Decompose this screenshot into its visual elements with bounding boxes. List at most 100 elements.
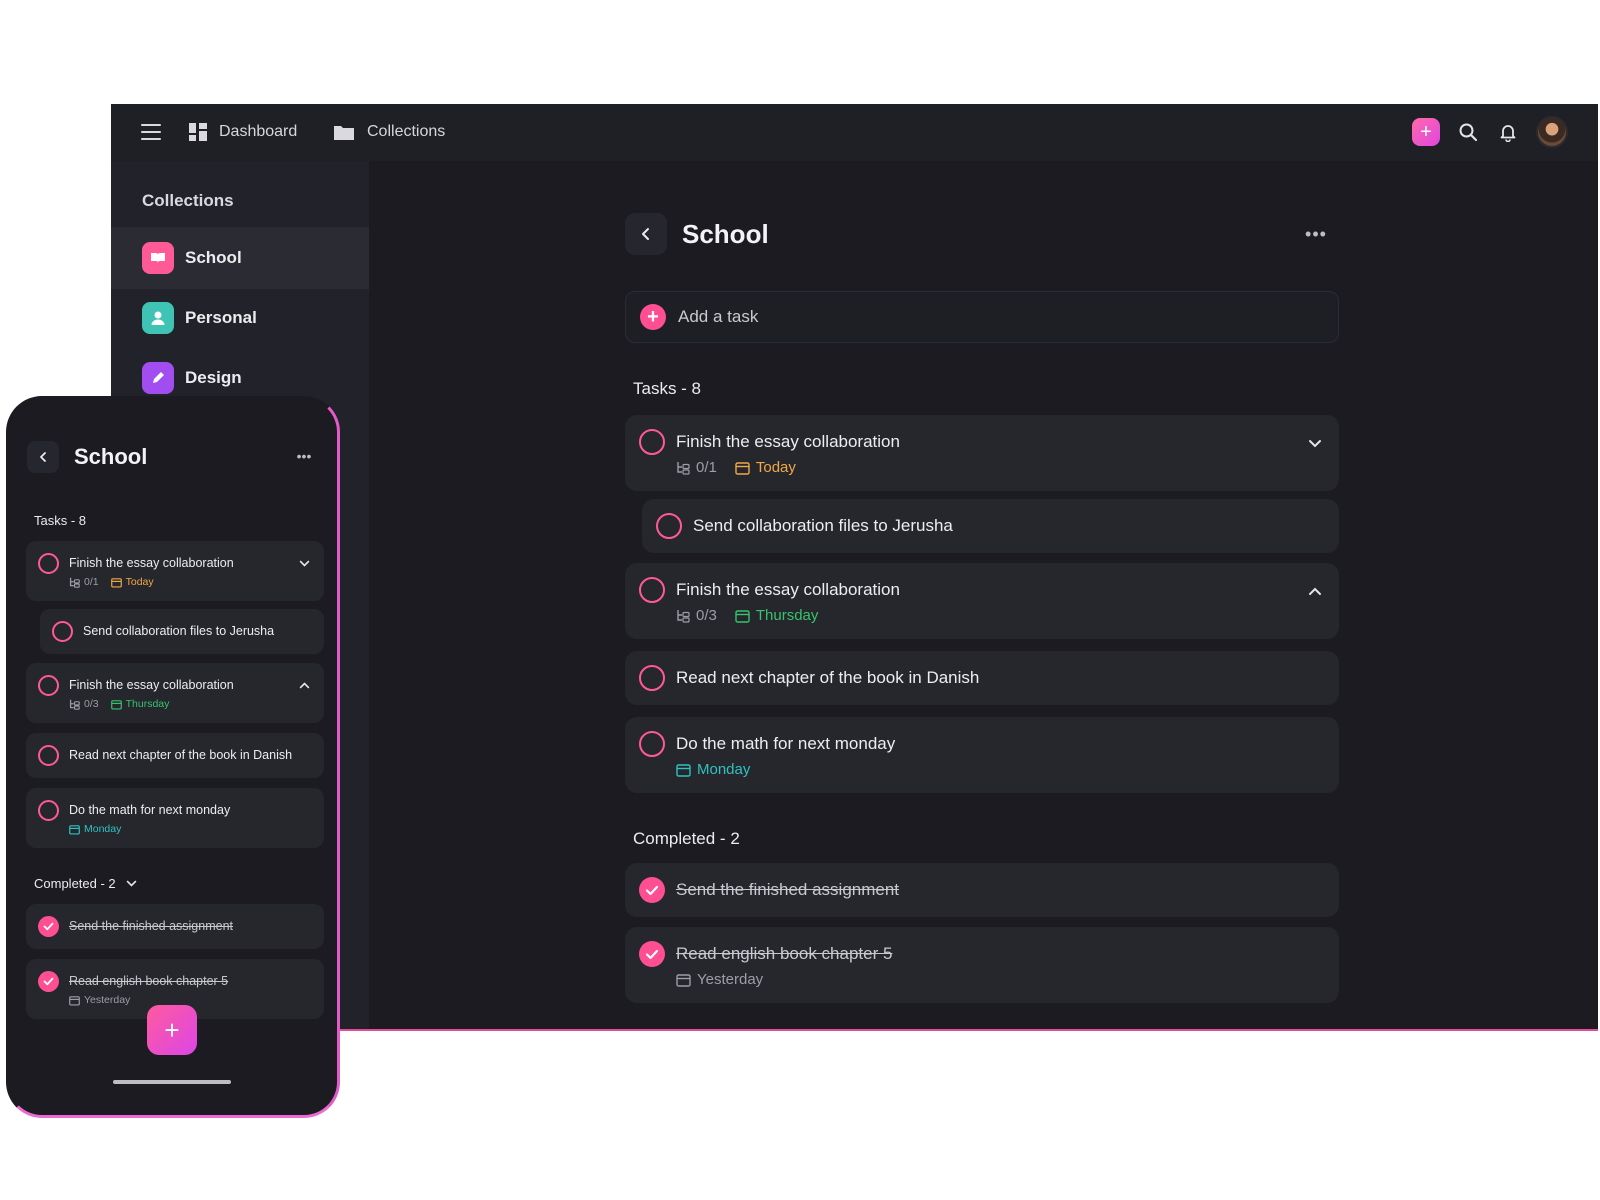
task-title: Finish the essay collaboration — [69, 556, 234, 570]
subtask-item[interactable]: Send collaboration files to Jerusha — [642, 499, 1339, 553]
add-task-input[interactable]: + Add a task — [625, 291, 1339, 343]
more-options-icon[interactable]: ••• — [293, 445, 315, 467]
book-icon — [142, 242, 174, 274]
task-item[interactable]: Finish the essay collaboration 0/3 Thurs… — [625, 563, 1339, 639]
calendar-icon — [110, 699, 122, 709]
task-meta: Yesterday — [676, 971, 763, 988]
calendar-icon — [110, 577, 122, 587]
top-bar: Dashboard Collections + — [111, 104, 1598, 161]
nav-dashboard[interactable]: Dashboard — [189, 120, 297, 144]
completed-task-item[interactable]: Send the finished assignment — [26, 904, 324, 949]
task-item[interactable]: Do the math for next monday Monday — [26, 788, 324, 848]
subtask-icon — [69, 699, 80, 710]
task-meta: Yesterday — [69, 994, 130, 1006]
calendar-icon — [735, 461, 750, 475]
page-header: School ••• — [625, 213, 1339, 255]
checked-checkbox[interactable] — [639, 877, 665, 903]
back-button[interactable] — [27, 441, 59, 473]
completed-task-item[interactable]: Send the finished assignment — [625, 863, 1339, 917]
due-date: Thursday — [125, 698, 170, 710]
add-task-fab[interactable]: + — [147, 1005, 197, 1055]
task-checkbox[interactable] — [639, 665, 665, 691]
task-item[interactable]: Finish the essay collaboration 0/1 Today — [26, 541, 324, 601]
task-checkbox[interactable] — [639, 577, 665, 603]
chevron-down-icon — [1309, 439, 1321, 447]
folder-icon — [334, 126, 354, 140]
hamburger-icon[interactable] — [141, 124, 161, 140]
task-title: Send collaboration files to Jerusha — [693, 516, 953, 535]
calendar-icon — [676, 763, 691, 777]
due-date: Yesterday — [697, 971, 764, 988]
page-title: School — [682, 219, 769, 249]
chevron-up-icon — [1309, 587, 1321, 595]
completed-task-item[interactable]: Read english book chapter 5 Yesterday — [625, 927, 1339, 1003]
task-item[interactable]: Read next chapter of the book in Danish — [26, 733, 324, 778]
completed-section-label: Completed - 2 — [34, 876, 116, 891]
search-button[interactable] — [1456, 120, 1480, 144]
task-meta: 0/1 Today — [676, 459, 796, 476]
nav-dashboard-label: Dashboard — [219, 123, 298, 140]
task-item[interactable]: Finish the essay collaboration 0/3 Thurs… — [26, 663, 324, 723]
sidebar-item-school[interactable]: School — [111, 227, 369, 289]
calendar-icon — [69, 995, 80, 1005]
due-date: Monday — [84, 823, 122, 835]
avatar[interactable] — [1536, 116, 1568, 148]
checkmark-icon — [43, 977, 54, 986]
task-checkbox[interactable] — [38, 553, 59, 574]
chevron-down-icon — [126, 880, 136, 887]
task-item[interactable]: Finish the essay collaboration 0/1 Today — [625, 415, 1339, 491]
task-checkbox[interactable] — [656, 513, 682, 539]
checked-checkbox[interactable] — [38, 916, 59, 937]
task-checkbox[interactable] — [639, 731, 665, 757]
sidebar-item-personal[interactable]: Personal — [111, 287, 369, 349]
add-button[interactable]: + — [1412, 118, 1440, 146]
task-item[interactable]: Do the math for next monday Monday — [625, 717, 1339, 793]
completed-section-label: Completed - 2 — [633, 829, 740, 848]
collapse-toggle[interactable] — [296, 555, 312, 571]
due-date: Today — [755, 459, 796, 476]
task-meta: 0/3 Thursday — [69, 698, 169, 710]
task-title: Finish the essay collaboration — [69, 678, 234, 692]
task-checkbox[interactable] — [38, 675, 59, 696]
completed-section-toggle[interactable]: Completed - 2 — [34, 876, 137, 891]
subtask-icon — [69, 577, 80, 588]
subtask-icon — [677, 609, 690, 623]
plus-icon: + — [640, 304, 666, 330]
checkmark-icon — [43, 922, 54, 931]
expand-toggle[interactable] — [296, 677, 312, 693]
plus-icon: + — [1420, 121, 1432, 143]
task-checkbox[interactable] — [38, 745, 59, 766]
sidebar-item-label: School — [185, 248, 242, 267]
task-title: Read english book chapter 5 — [676, 944, 893, 963]
collapse-toggle[interactable] — [1305, 433, 1325, 453]
task-title: Finish the essay collaboration — [676, 432, 900, 451]
task-item[interactable]: Read next chapter of the book in Danish — [625, 651, 1339, 705]
notifications-button[interactable] — [1496, 120, 1520, 144]
bell-icon — [1500, 125, 1516, 142]
search-icon — [1459, 123, 1478, 142]
subtask-count: 0/1 — [696, 459, 717, 476]
mobile-app-frame: School ••• Tasks - 8 Finish the essay co… — [6, 396, 340, 1118]
tasks-section-label: Tasks - 8 — [633, 379, 702, 398]
task-checkbox[interactable] — [639, 429, 665, 455]
checked-checkbox[interactable] — [639, 941, 665, 967]
page-title: School — [74, 444, 148, 469]
subtask-item[interactable]: Send collaboration files to Jerusha — [40, 609, 324, 654]
checked-checkbox[interactable] — [38, 971, 59, 992]
chevron-left-icon — [642, 228, 649, 240]
task-title: Do the math for next monday — [69, 803, 231, 817]
task-title: Send the finished assignment — [676, 880, 900, 899]
calendar-icon — [735, 609, 750, 623]
task-meta: 0/1 Today — [69, 576, 154, 588]
chevron-down-icon — [299, 560, 309, 567]
subtask-count: 0/3 — [696, 607, 717, 624]
task-checkbox[interactable] — [52, 621, 73, 642]
expand-toggle[interactable] — [1305, 581, 1325, 601]
task-meta: 0/3 Thursday — [676, 607, 818, 624]
more-options-icon[interactable]: ••• — [1303, 221, 1329, 247]
pencil-icon — [142, 362, 174, 394]
nav-collections[interactable]: Collections — [333, 120, 445, 144]
chevron-left-icon — [40, 452, 46, 462]
task-checkbox[interactable] — [38, 800, 59, 821]
back-button[interactable] — [625, 213, 667, 255]
